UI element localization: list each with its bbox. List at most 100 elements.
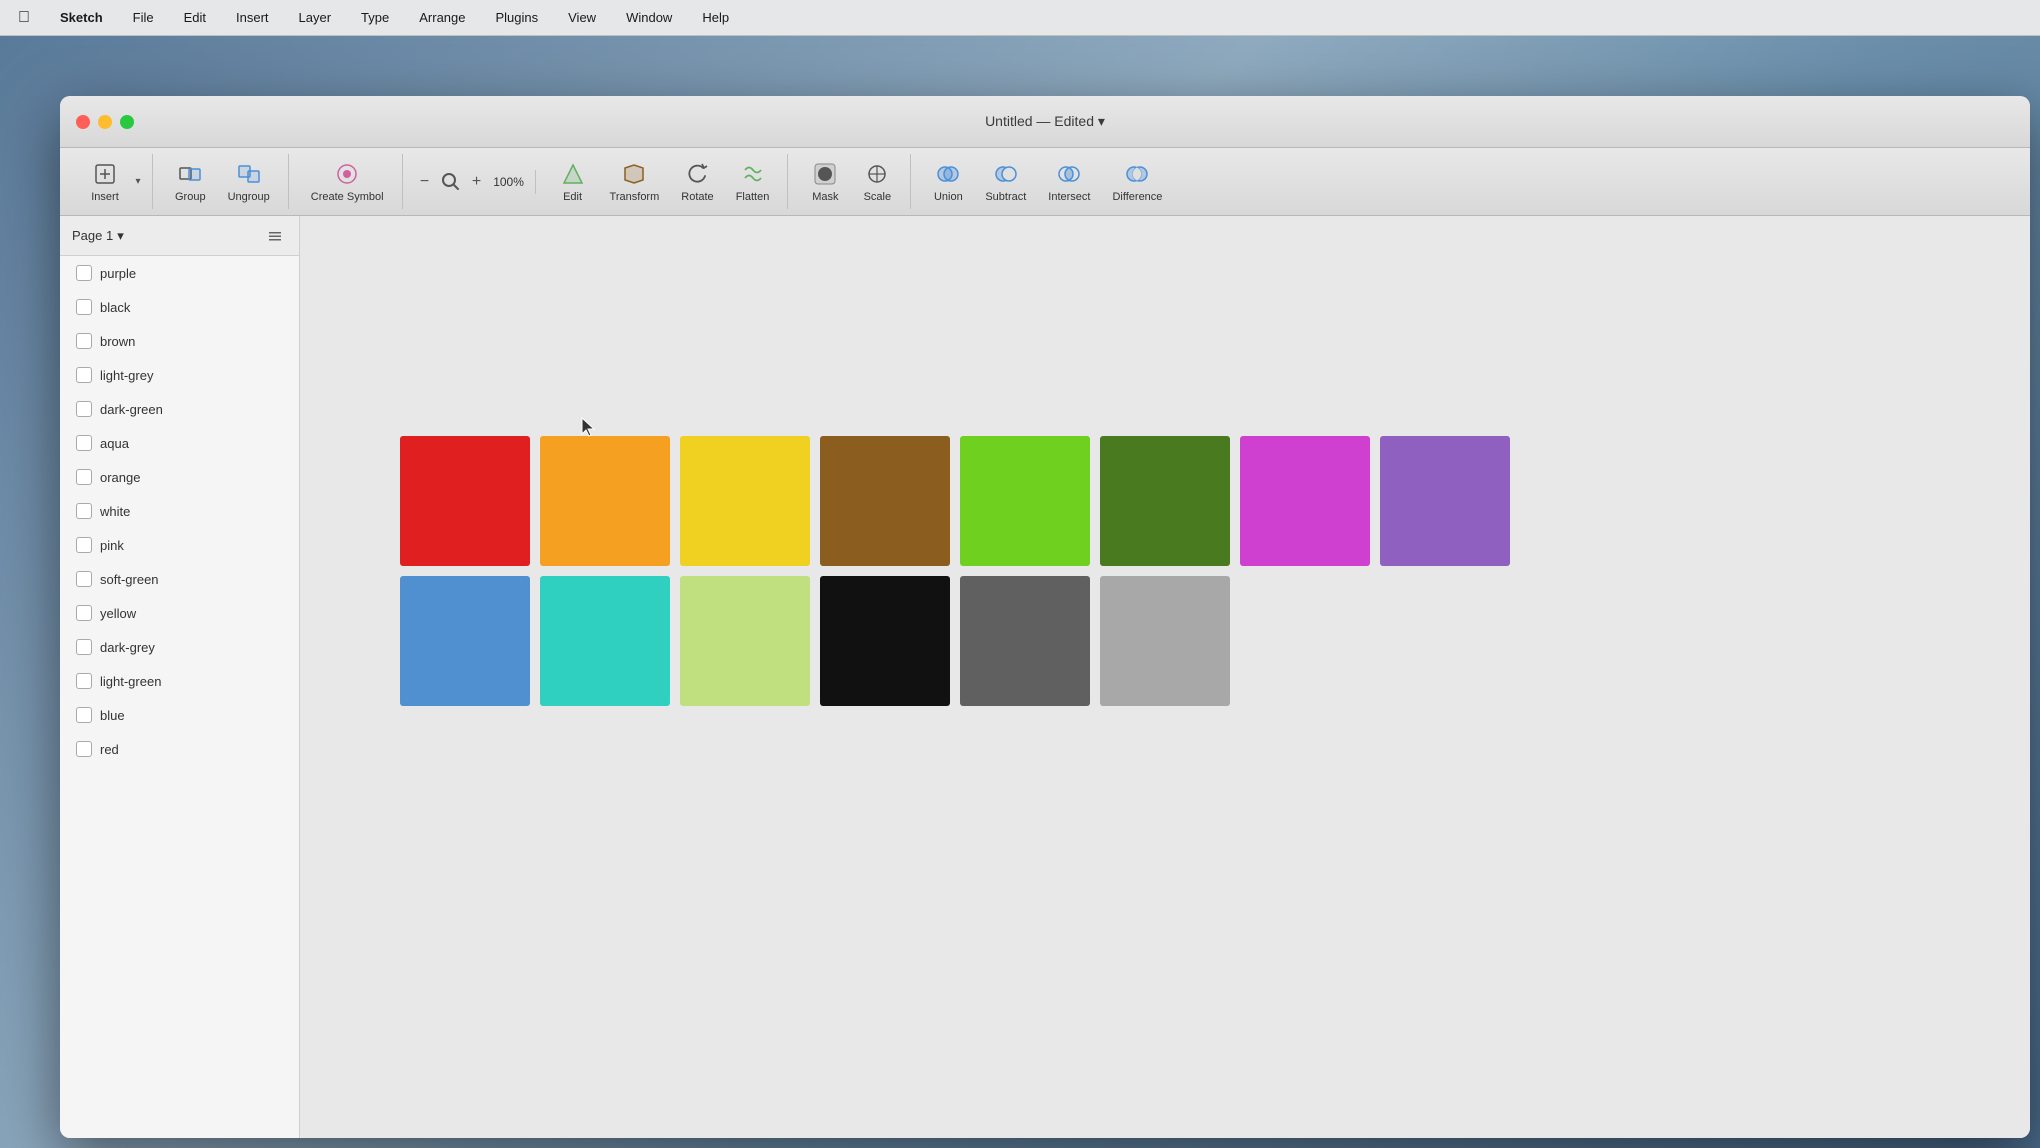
swatch-dark-grey[interactable] [960,576,1090,706]
swatches-row-1 [400,436,1510,566]
layer-checkbox-soft-green[interactable] [76,571,92,587]
sidebar-header: Page 1 ▾ [60,216,299,256]
layer-checkbox-aqua[interactable] [76,435,92,451]
union-icon [934,160,962,188]
swatch-yellow[interactable] [680,436,810,566]
swatch-aqua[interactable] [540,576,670,706]
arrange-menu[interactable]: Arrange [413,8,471,27]
ungroup-button[interactable]: Ungroup [218,154,280,209]
layer-item-dark-grey[interactable]: dark-grey [60,630,299,664]
union-button[interactable]: Union [923,154,973,209]
toolbar-group-boolean: Union Subtract [915,154,1180,209]
mask-button[interactable]: Mask [800,154,850,209]
layer-checkbox-orange[interactable] [76,469,92,485]
layer-name-blue: blue [100,708,125,723]
layer-item-dark-green[interactable]: dark-green [60,392,299,426]
flatten-button[interactable]: Flatten [726,154,780,209]
layer-item-red[interactable]: red [60,732,299,766]
swatch-blue[interactable] [400,576,530,706]
zoom-minus-button[interactable]: − [415,172,435,192]
cursor-pointer [580,416,598,438]
type-menu[interactable]: Type [355,8,395,27]
swatch-light-grey[interactable] [1100,576,1230,706]
insert-menu[interactable]: Insert [230,8,275,27]
scale-icon [863,160,891,188]
canvas-area[interactable] [300,216,2030,1138]
sidebar-menu-button[interactable] [263,224,287,248]
toolbar-group-symbol: Create Symbol [293,154,403,209]
swatch-purple[interactable] [1380,436,1510,566]
layer-checkbox-yellow[interactable] [76,605,92,621]
intersect-icon [1055,160,1083,188]
layer-checkbox-white[interactable] [76,503,92,519]
layer-item-light-green[interactable]: light-green [60,664,299,698]
layer-menu[interactable]: Layer [293,8,338,27]
zoom-plus-button[interactable]: + [467,172,487,192]
swatch-dark-green[interactable] [1100,436,1230,566]
layer-item-yellow[interactable]: yellow [60,596,299,630]
swatch-black[interactable] [820,576,950,706]
layer-item-orange[interactable]: orange [60,460,299,494]
insert-button[interactable]: Insert [80,154,130,209]
layer-item-pink[interactable]: pink [60,528,299,562]
layer-item-white[interactable]: white [60,494,299,528]
minimize-button[interactable] [98,115,112,129]
layer-checkbox-light-green[interactable] [76,673,92,689]
create-symbol-button[interactable]: Create Symbol [301,154,394,209]
swatch-brown[interactable] [820,436,950,566]
layer-item-aqua[interactable]: aqua [60,426,299,460]
close-button[interactable] [76,115,90,129]
subtract-icon [992,160,1020,188]
desktop: Untitled — Edited ▾ Insert [0,36,2040,1148]
swatch-red[interactable] [400,436,530,566]
rotate-icon [683,160,711,188]
layer-item-blue[interactable]: blue [60,698,299,732]
group-icon [176,160,204,188]
layer-item-purple[interactable]: purple [60,256,299,290]
layer-item-light-grey[interactable]: light-grey [60,358,299,392]
file-menu[interactable]: File [127,8,160,27]
layer-checkbox-black[interactable] [76,299,92,315]
layer-checkbox-light-grey[interactable] [76,367,92,383]
plugins-menu[interactable]: Plugins [489,8,544,27]
subtract-button[interactable]: Subtract [975,154,1036,209]
apple-menu[interactable]:  [12,7,36,29]
layer-name-brown: brown [100,334,135,349]
layer-checkbox-blue[interactable] [76,707,92,723]
edit-menu[interactable]: Edit [178,8,212,27]
swatch-lime[interactable] [960,436,1090,566]
swatch-pink[interactable] [1240,436,1370,566]
sidebar: Page 1 ▾ purple [60,216,300,1138]
layer-checkbox-dark-grey[interactable] [76,639,92,655]
insert-dropdown-arrow[interactable]: ▾ [132,176,144,187]
maximize-button[interactable] [120,115,134,129]
rotate-button[interactable]: Rotate [671,154,723,209]
toolbar-group-edit: Edit Transform [540,154,789,209]
layer-item-black[interactable]: black [60,290,299,324]
difference-button[interactable]: Difference [1102,154,1172,209]
intersect-button[interactable]: Intersect [1038,154,1100,209]
edit-button[interactable]: Edit [548,154,598,209]
layer-checkbox-red[interactable] [76,741,92,757]
layer-checkbox-brown[interactable] [76,333,92,349]
layer-item-brown[interactable]: brown [60,324,299,358]
layer-checkbox-purple[interactable] [76,265,92,281]
help-menu[interactable]: Help [696,8,735,27]
layer-name-dark-grey: dark-grey [100,640,155,655]
swatch-orange[interactable] [540,436,670,566]
window-controls [76,115,134,129]
window-menu[interactable]: Window [620,8,678,27]
view-menu[interactable]: View [562,8,602,27]
layer-checkbox-pink[interactable] [76,537,92,553]
layer-item-soft-green[interactable]: soft-green [60,562,299,596]
sketch-menu[interactable]: Sketch [54,8,109,27]
scale-button[interactable]: Scale [852,154,902,209]
group-button[interactable]: Group [165,154,216,209]
layer-name-light-grey: light-grey [100,368,153,383]
layer-checkbox-dark-green[interactable] [76,401,92,417]
page-selector[interactable]: Page 1 ▾ [72,228,124,244]
swatch-light-green[interactable] [680,576,810,706]
menubar:  Sketch File Edit Insert Layer Type Arr… [0,0,2040,36]
transform-button[interactable]: Transform [600,154,670,209]
page-dropdown-arrow: ▾ [117,228,124,244]
